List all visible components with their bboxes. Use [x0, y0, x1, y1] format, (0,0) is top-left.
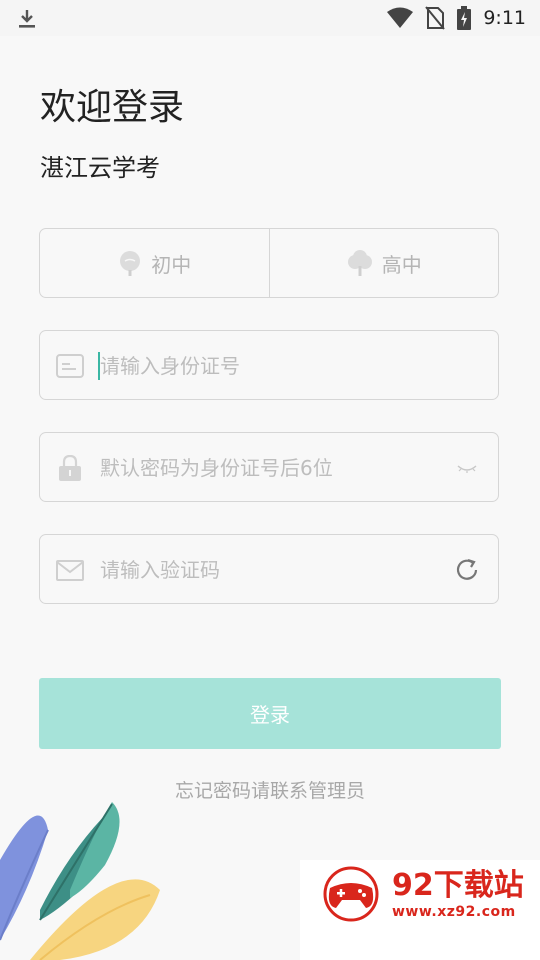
refresh-icon[interactable] [454, 557, 480, 583]
app-name: 湛江云学考 [40, 154, 160, 182]
seedling-icon [120, 251, 141, 276]
school-level-selector: 初中 高中 [39, 228, 499, 298]
lock-icon [59, 455, 81, 481]
gamepad-logo-icon [323, 866, 379, 922]
watermark-name: 92下载站 [392, 868, 524, 903]
watermark-url: www.xz92.com [392, 904, 516, 920]
text-caret [98, 352, 100, 380]
no-sim-icon [425, 6, 446, 30]
battery-charging-icon [457, 6, 472, 30]
wifi-icon [387, 7, 414, 28]
option-junior-high[interactable]: 初中 [40, 229, 269, 297]
tree-icon [347, 250, 372, 276]
id-number-field [39, 330, 499, 401]
login-button[interactable]: 登录 [39, 678, 501, 749]
captcha-field [39, 534, 499, 605]
option-senior-high-label: 高中 [381, 252, 422, 277]
password-field [39, 432, 499, 503]
password-input[interactable] [98, 433, 432, 503]
watermark: 92下载站 www.xz92.com [300, 860, 540, 960]
captcha-input[interactable] [98, 535, 432, 605]
id-card-icon [56, 354, 84, 378]
download-icon [19, 10, 35, 28]
eye-closed-icon[interactable] [454, 455, 480, 481]
clock: 9:11 [483, 7, 526, 29]
status-bar: 9:11 [0, 0, 540, 36]
option-senior-high[interactable]: 高中 [270, 229, 499, 297]
mail-icon [56, 560, 84, 581]
id-number-input[interactable] [98, 331, 432, 401]
page-title: 欢迎登录 [40, 87, 185, 128]
leaves-decoration [0, 802, 160, 960]
option-junior-high-label: 初中 [151, 252, 192, 277]
